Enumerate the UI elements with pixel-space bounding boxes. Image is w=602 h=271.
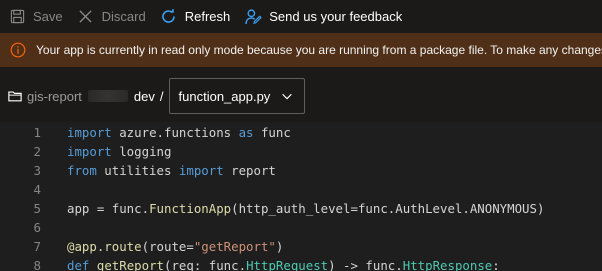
command-bar: Save Discard Refresh Send us your feedba… [0, 0, 602, 32]
refresh-label: Refresh [184, 8, 231, 24]
code-line: 2 import logging [0, 142, 602, 161]
code-line: 4 [0, 180, 602, 199]
breadcrumb-separator: / [159, 88, 164, 104]
line-number: 2 [33, 144, 41, 159]
save-button[interactable]: Save [8, 0, 63, 32]
line-number: 3 [33, 163, 41, 178]
file-selector-dropdown[interactable]: function_app.py [168, 78, 306, 114]
breadcrumb: gis-report dev / function_app.py [0, 76, 602, 116]
code-line: 3 from utilities import report [0, 161, 602, 180]
feedback-person-icon [244, 7, 262, 25]
banner-message: Your app is currently in read only mode … [36, 43, 602, 57]
code-text: app = func.FunctionApp(http_auth_level=f… [67, 201, 545, 216]
breadcrumb-root-label: gis-report [27, 88, 82, 104]
chevron-down-icon [280, 89, 294, 103]
line-number: 5 [33, 201, 41, 216]
code-text: import logging [67, 144, 172, 159]
code-line: 7 @app.route(route="getReport") [0, 237, 602, 256]
save-label: Save [33, 8, 63, 24]
refresh-button[interactable]: Refresh [160, 0, 231, 32]
code-line: 8 def getReport(req: func.HttpRequest) -… [0, 256, 602, 271]
line-number: 6 [33, 220, 41, 235]
breadcrumb-root[interactable]: gis-report [8, 89, 82, 104]
line-number: 7 [33, 239, 41, 254]
refresh-icon [160, 7, 178, 25]
discard-button[interactable]: Discard [77, 0, 146, 32]
send-feedback-label: Send us your feedback [269, 8, 403, 24]
line-number: 8 [33, 258, 41, 271]
line-number: 4 [33, 182, 41, 197]
breadcrumb-redacted-segment [87, 90, 128, 102]
close-icon [77, 7, 95, 25]
code-text: def getReport(req: func.HttpRequest) -> … [67, 258, 500, 271]
code-text: import azure.functions as func [67, 125, 291, 140]
code-text: @app.route(route="getReport") [67, 239, 284, 254]
code-line: 6 [0, 218, 602, 237]
save-icon [8, 7, 26, 25]
folder-icon [8, 89, 22, 103]
info-icon [10, 42, 26, 58]
file-selector-value: function_app.py [178, 88, 271, 104]
code-line: 5 app = func.FunctionApp(http_auth_level… [0, 199, 602, 218]
line-number: 1 [33, 125, 41, 140]
code-text: from utilities import report [67, 163, 276, 178]
breadcrumb-folder-dev[interactable]: dev [134, 89, 155, 104]
discard-label: Discard [101, 8, 146, 24]
code-line: 1 import azure.functions as func [0, 123, 602, 142]
send-feedback-button[interactable]: Send us your feedback [244, 0, 402, 32]
read-only-warning-banner: Your app is currently in read only mode … [0, 33, 602, 67]
code-editor[interactable]: 1 import azure.functions as func 2 impor… [0, 122, 602, 271]
